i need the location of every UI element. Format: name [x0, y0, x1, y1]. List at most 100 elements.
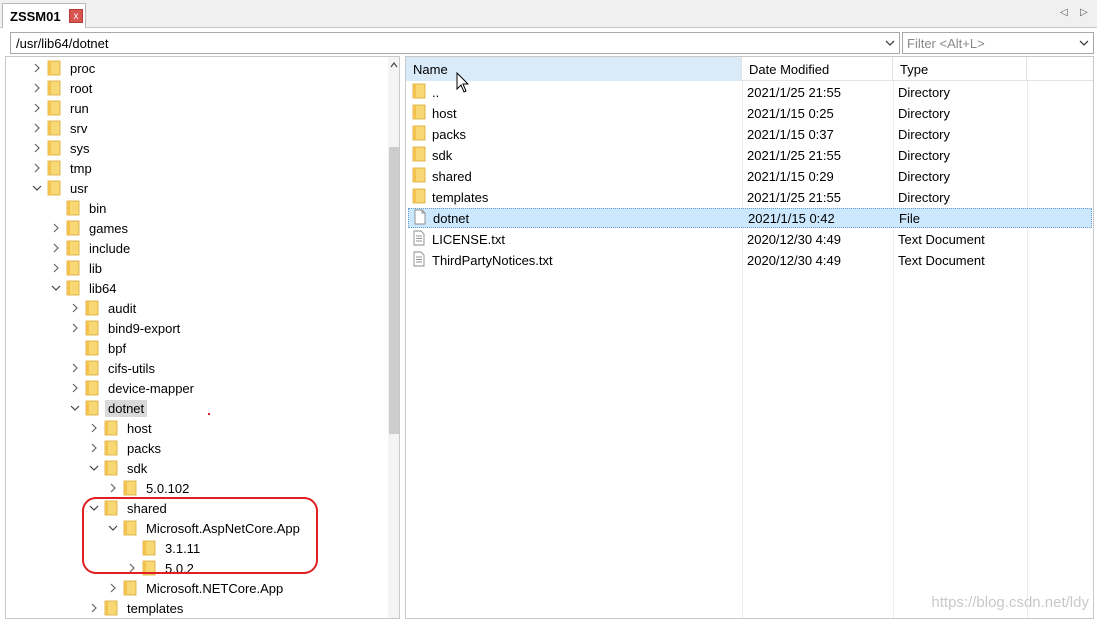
chevron-right-icon[interactable]	[87, 418, 101, 438]
chevron-up-icon[interactable]	[390, 61, 398, 69]
tree-item[interactable]: run	[30, 98, 92, 118]
chevron-right-icon[interactable]	[30, 98, 44, 118]
close-icon[interactable]: x	[69, 9, 83, 23]
folder-icon	[142, 540, 156, 556]
tree-item[interactable]: packs	[87, 438, 164, 458]
list-item[interactable]: ThirdPartyNotices.txt 2020/12/30 4:49 Text…	[408, 250, 1092, 270]
path-input[interactable]: /usr/lib64/dotnet	[10, 32, 900, 54]
chevron-right-icon[interactable]	[106, 578, 120, 598]
chevron-down-icon[interactable]	[87, 498, 101, 518]
tree-item-label: 5.0.102	[146, 480, 190, 496]
list-item-name: LICENSE.txt	[432, 231, 505, 247]
list-item[interactable]: sdk 2021/1/25 21:55 Directory	[408, 145, 1092, 165]
column-header-type[interactable]: Type	[893, 57, 1027, 81]
tree-item[interactable]: proc	[30, 58, 98, 78]
list-item-name: shared	[432, 168, 472, 184]
tree-item[interactable]: templates	[87, 598, 186, 618]
chevron-down-icon[interactable]	[68, 398, 82, 418]
tree-item[interactable]: bin	[49, 198, 109, 218]
chevron-right-icon[interactable]	[49, 258, 63, 278]
tree-item[interactable]: srv	[30, 118, 90, 138]
chevron-left-icon[interactable]: ◁	[1060, 7, 1068, 18]
tree-item[interactable]: bind9-export	[68, 318, 183, 338]
scrollbar-thumb[interactable]	[389, 147, 399, 434]
list-item-date: 2021/1/15 0:25	[747, 105, 834, 121]
chevron-down-icon[interactable]	[87, 458, 101, 478]
chevron-right-icon[interactable]	[30, 58, 44, 78]
tree-item[interactable]: device-mapper	[68, 378, 197, 398]
tab-bar: ZSSM01 x ◁ ▷	[0, 0, 1097, 28]
chevron-right-icon[interactable]	[87, 438, 101, 458]
tree-item[interactable]: cifs-utils	[68, 358, 158, 378]
tree-item-label: proc	[70, 60, 96, 76]
column-header-date[interactable]: Date Modified	[742, 57, 893, 81]
tree-item[interactable]: audit	[68, 298, 139, 318]
tree-item-label: Microsoft.NETCore.App	[146, 580, 284, 596]
chevron-right-icon[interactable]: ▷	[1080, 7, 1088, 18]
tree-item[interactable]: 5.0.2	[125, 558, 197, 578]
vertical-scrollbar[interactable]	[388, 57, 399, 618]
folder-icon	[66, 240, 80, 256]
chevron-right-icon[interactable]	[30, 138, 44, 158]
tree-item-label: host	[127, 420, 152, 436]
chevron-down-icon[interactable]	[30, 178, 44, 198]
list-item[interactable]: dotnet 2021/1/15 0:42 File	[408, 208, 1092, 228]
folder-icon	[66, 220, 80, 236]
folder-icon	[85, 320, 99, 336]
list-item-type: Text Document	[898, 252, 985, 268]
folder-icon	[47, 100, 61, 116]
list-item[interactable]: templates 2021/1/25 21:55 Directory	[408, 187, 1092, 207]
filter-input[interactable]	[907, 35, 1077, 51]
chevron-right-icon[interactable]	[68, 378, 82, 398]
file-list[interactable]: Name Date Modified Type .. 2021/1/25 21:5…	[405, 56, 1094, 619]
tree-item[interactable]: 3.1.11	[125, 538, 203, 558]
tree-item[interactable]: lib	[49, 258, 105, 278]
tab-zssm01[interactable]: ZSSM01 x	[2, 3, 86, 28]
list-item[interactable]: .. 2021/1/25 21:55 Directory	[408, 82, 1092, 102]
folder-tree[interactable]: proc root run srv sys tmp usr bin games include li…	[5, 56, 400, 619]
tree-item[interactable]: games	[49, 218, 131, 238]
list-item[interactable]: shared 2021/1/15 0:29 Directory	[408, 166, 1092, 186]
list-item[interactable]: packs 2021/1/15 0:37 Directory	[408, 124, 1092, 144]
chevron-down-icon[interactable]	[106, 518, 120, 538]
filter-field[interactable]	[902, 32, 1094, 54]
tree-item[interactable]: Microsoft.AspNetCore.App	[106, 518, 303, 538]
chevron-right-icon[interactable]	[87, 598, 101, 618]
tree-item[interactable]: root	[30, 78, 95, 98]
chevron-right-icon[interactable]	[125, 558, 139, 578]
list-item[interactable]: LICENSE.txt 2020/12/30 4:49 Text Document	[408, 229, 1092, 249]
list-item-type: Directory	[898, 168, 951, 184]
list-item-name-cell: ..	[412, 82, 439, 102]
tree-item[interactable]: include	[49, 238, 133, 258]
tree-item[interactable]: lib64	[49, 278, 119, 298]
chevron-right-icon[interactable]	[68, 298, 82, 318]
tree-item[interactable]: usr	[30, 178, 91, 198]
tree-item[interactable]: 5.0.102	[106, 478, 192, 498]
list-item[interactable]: host 2021/1/15 0:25 Directory	[408, 103, 1092, 123]
stray-mark	[208, 413, 210, 415]
tree-item[interactable]: bpf	[68, 338, 129, 358]
chevron-down-icon[interactable]	[1077, 35, 1091, 51]
chevron-right-icon[interactable]	[106, 478, 120, 498]
tree-item[interactable]: shared	[87, 498, 170, 518]
watermark: https://blog.csdn.net/ldy	[931, 594, 1089, 611]
chevron-right-icon[interactable]	[68, 318, 82, 338]
chevron-right-icon[interactable]	[68, 358, 82, 378]
folder-icon	[66, 280, 80, 296]
chevron-right-icon[interactable]	[30, 78, 44, 98]
chevron-right-icon[interactable]	[30, 118, 44, 138]
chevron-right-icon[interactable]	[49, 218, 63, 238]
chevron-down-icon[interactable]	[49, 278, 63, 298]
tree-item[interactable]: Microsoft.NETCore.App	[106, 578, 286, 598]
tree-item[interactable]: host	[87, 418, 155, 438]
tree-item[interactable]: sdk	[87, 458, 150, 478]
chevron-right-icon[interactable]	[49, 238, 63, 258]
tab-label: ZSSM01	[10, 8, 61, 24]
chevron-right-icon[interactable]	[30, 158, 44, 178]
tree-item[interactable]: tmp	[30, 158, 95, 178]
folder-icon	[85, 340, 99, 356]
tree-item[interactable]: dotnet	[68, 398, 148, 418]
chevron-down-icon[interactable]	[883, 35, 897, 51]
folder-icon	[104, 460, 118, 476]
tree-item[interactable]: sys	[30, 138, 93, 158]
